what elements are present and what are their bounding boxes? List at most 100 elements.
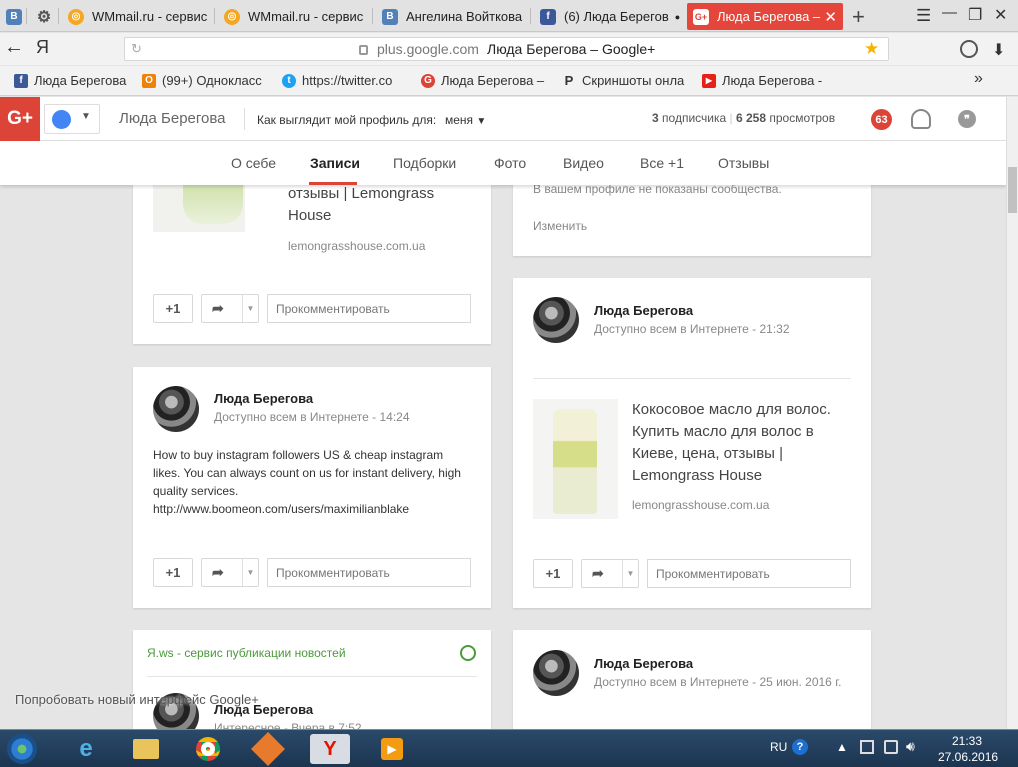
chevron-down-icon[interactable]: ▼	[242, 559, 258, 586]
edit-communities-link[interactable]: Изменить	[533, 219, 587, 233]
twitter-icon: t	[282, 73, 296, 88]
share-button[interactable]: ➦ ▼	[201, 558, 259, 587]
show-hidden-icons-icon[interactable]: ▲	[836, 740, 848, 754]
network-icon[interactable]	[884, 740, 898, 754]
profile-name: Люда Берегова	[119, 110, 226, 127]
url-domain: plus.google.com	[377, 41, 479, 57]
minimize-button[interactable]: —	[942, 4, 957, 21]
bookmarks-more-button[interactable]: »	[974, 70, 983, 88]
file-explorer-icon[interactable]	[126, 734, 166, 764]
browser-tab-bar: В ⚙ ◎ WMmail.ru - сервис ◎ WMmail.ru - с…	[0, 0, 1018, 32]
comment-input[interactable]: Прокомментировать	[267, 558, 471, 587]
gplus-logo[interactable]: G+	[0, 97, 40, 141]
avatar[interactable]	[153, 386, 199, 432]
tab-google-plus-active[interactable]: G+ Люда Берегова – ✕	[687, 3, 843, 30]
close-window-button[interactable]: ✕	[994, 5, 1007, 25]
tab-label: (6) Люда Берегов	[564, 9, 669, 24]
protect-icon[interactable]	[960, 40, 978, 58]
view-as-label: Как выглядит мой профиль для:	[257, 113, 437, 127]
tab-posts[interactable]: Записи	[310, 155, 360, 171]
tab-facebook[interactable]: f (6) Люда Берегов ●	[534, 3, 684, 30]
language-indicator[interactable]: RU	[770, 740, 787, 754]
plus-one-button[interactable]: +1	[153, 558, 193, 587]
tab-settings-pinned[interactable]: ⚙	[30, 3, 56, 30]
avatar[interactable]	[533, 297, 579, 343]
post-time[interactable]: 21:32	[759, 322, 789, 336]
action-center-icon[interactable]	[860, 740, 874, 754]
internet-explorer-icon[interactable]: e	[66, 734, 106, 764]
url-bar[interactable]: ↻ plus.google.com Люда Берегова – Google…	[124, 37, 889, 61]
tab-label: WMmail.ru - сервис	[248, 9, 364, 24]
bookmark-star-icon[interactable]: ★	[864, 39, 879, 59]
post-author[interactable]: Люда Берегова	[214, 391, 313, 406]
post-author[interactable]: Люда Берегова	[594, 303, 693, 318]
plus-one-button[interactable]: +1	[533, 559, 573, 588]
avatar[interactable]	[533, 650, 579, 696]
clock-time[interactable]: 21:33	[952, 734, 982, 748]
post-author[interactable]: Люда Берегова	[594, 656, 693, 671]
tab-photos[interactable]: Фото	[494, 155, 526, 171]
yandex-logo[interactable]: Я	[36, 37, 49, 58]
media-player-icon[interactable]: ▶	[372, 734, 412, 764]
bookmark-item[interactable]: P Скриншоты онла	[562, 73, 685, 88]
tab-about[interactable]: О себе	[231, 155, 276, 171]
tab-plus-ones[interactable]: Все +1	[640, 155, 684, 171]
help-icon[interactable]: ?	[792, 739, 808, 755]
new-tab-button[interactable]: +	[852, 4, 865, 30]
chrome-icon[interactable]	[188, 734, 228, 764]
tab-wmmail-1[interactable]: ◎ WMmail.ru - сервис	[62, 3, 212, 30]
post-time[interactable]: 14:24	[379, 410, 409, 424]
post-source-link[interactable]: Я.ws - сервис публикации новостей	[147, 646, 346, 660]
share-button[interactable]: ➦ ▼	[581, 559, 639, 588]
plus-one-button[interactable]: +1	[153, 294, 193, 323]
tab-vk-angelina[interactable]: В Ангелина Войткова	[376, 3, 528, 30]
post-time[interactable]: 25 июн. 2016 г.	[759, 675, 841, 689]
hangouts-icon[interactable]: ❞	[958, 110, 976, 128]
account-switcher[interactable]: ▼	[44, 104, 100, 134]
clock-date[interactable]: 27.06.2016	[938, 750, 998, 764]
bookmark-item[interactable]: ▶ Люда Берегова -	[702, 73, 822, 88]
comment-input[interactable]: Прокомментировать	[647, 559, 851, 588]
close-tab-icon[interactable]: ✕	[824, 8, 837, 26]
tab-videos[interactable]: Видео	[563, 155, 604, 171]
community-icon[interactable]	[460, 645, 476, 661]
volume-icon[interactable]: 🔊︎	[906, 738, 915, 755]
tab-label: Люда Берегова –	[717, 9, 821, 24]
facebook-icon: f	[14, 73, 28, 88]
link-domain[interactable]: lemongrasshouse.com.ua	[288, 239, 425, 253]
page-scrollbar[interactable]	[1006, 97, 1018, 730]
tab-wmmail-2[interactable]: ◎ WMmail.ru - сервис	[218, 3, 368, 30]
chevron-down-icon: ▼	[476, 116, 487, 127]
link-title[interactable]: отзывы | Lemongrass House	[288, 183, 434, 227]
start-button[interactable]	[2, 734, 42, 764]
bookmark-item[interactable]: t https://twitter.co	[282, 73, 392, 88]
link-domain[interactable]: lemongrasshouse.com.ua	[632, 498, 769, 512]
try-new-interface-link[interactable]: Попробовать новый интерфейс Google+	[15, 692, 259, 707]
bookmark-item[interactable]: f Люда Берегова	[14, 73, 126, 88]
link-thumbnail[interactable]	[533, 399, 618, 519]
chevron-down-icon[interactable]: ▼	[242, 295, 258, 322]
back-button[interactable]: ←	[4, 36, 24, 59]
menu-icon[interactable]: ☰	[916, 6, 931, 26]
link-title[interactable]: Кокосовое масло для волос. Купить масло …	[632, 399, 831, 487]
tab-collections[interactable]: Подборки	[393, 155, 456, 171]
tab-vk-pinned[interactable]: В	[0, 3, 24, 30]
bookmark-item[interactable]: G Люда Берегова –	[421, 73, 544, 88]
yandex-browser-icon[interactable]: Y	[310, 734, 350, 764]
notifications-badge[interactable]: 63	[871, 109, 892, 130]
view-as-dropdown[interactable]: меня ▼	[445, 113, 486, 127]
bookmark-label: Скриншоты онла	[582, 73, 685, 88]
profile-stats[interactable]: 3 подписчика | 6 258 просмотров	[652, 111, 835, 125]
reload-icon[interactable]: ↻	[131, 41, 142, 57]
tab-reviews[interactable]: Отзывы	[718, 155, 769, 171]
chevron-down-icon[interactable]: ▼	[622, 560, 638, 587]
restore-button[interactable]: ❐	[968, 5, 982, 25]
people-icon[interactable]	[911, 109, 931, 129]
comment-input[interactable]: Прокомментировать	[267, 294, 471, 323]
app-eye-icon[interactable]	[248, 732, 288, 766]
download-icon[interactable]: ⬇	[992, 40, 1005, 60]
scrollbar-thumb[interactable]	[1008, 167, 1017, 213]
share-button[interactable]: ➦ ▼	[201, 294, 259, 323]
bookmark-item[interactable]: О (99+) Однокласс	[142, 73, 262, 88]
tab-label: Ангелина Войткова	[406, 9, 523, 24]
